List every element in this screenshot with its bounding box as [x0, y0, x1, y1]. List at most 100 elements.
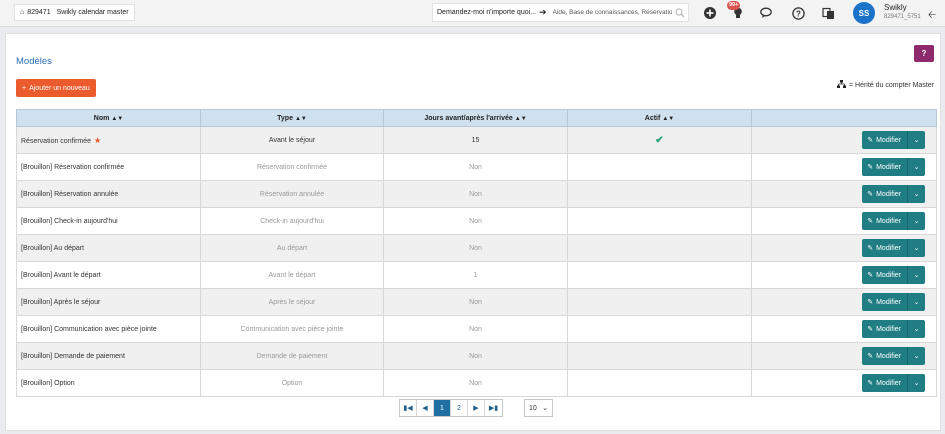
- chevron-down-icon[interactable]: ⌄: [908, 131, 925, 149]
- edit-icon: ✎: [867, 164, 874, 171]
- translate-icon[interactable]: [821, 6, 835, 20]
- template-name-cell: [Brouillon] Réservation annulée: [16, 180, 201, 208]
- template-days: Non: [383, 288, 568, 316]
- column-header-days[interactable]: Jours avant/après l'arrivée ▲▼: [383, 109, 568, 127]
- modify-button[interactable]: ✎ Modifier: [862, 212, 908, 230]
- chevron-down-icon[interactable]: ⌄: [908, 266, 925, 284]
- edit-icon: ✎: [867, 218, 874, 225]
- modify-button[interactable]: ✎ Modifier: [862, 158, 908, 176]
- template-type: Réservation annulée: [200, 180, 384, 208]
- edit-icon: ✎: [867, 137, 874, 144]
- modify-button[interactable]: ✎ Modifier: [862, 266, 908, 284]
- table-row: [Brouillon] Demande de paiement Demande d…: [16, 342, 937, 370]
- template-days: Non: [383, 234, 568, 262]
- modify-button-group: ✎ Modifier ⌄: [862, 293, 925, 311]
- template-name: [Brouillon] Demande de paiement: [21, 352, 125, 360]
- template-name: [Brouillon] Réservation confirmée: [21, 163, 125, 171]
- modify-button[interactable]: ✎ Modifier: [862, 131, 908, 149]
- help-circle-icon[interactable]: ?: [791, 6, 805, 20]
- modify-button-group: ✎ Modifier ⌄: [862, 131, 925, 149]
- column-header-type[interactable]: Type ▲▼: [200, 109, 384, 127]
- table-row: [Brouillon] Au départ Au départ Non ✎ Modifi…: [16, 234, 937, 262]
- prev-page-button[interactable]: ◀: [417, 400, 434, 416]
- templates-table: Nom ▲▼ Type ▲▼ Jours avant/après l'arrivée…: [16, 109, 937, 397]
- column-header-name[interactable]: Nom ▲▼: [16, 109, 201, 127]
- template-days: 15: [383, 126, 568, 154]
- per-page-select[interactable]: 10 ⌄: [524, 399, 553, 417]
- template-active: [567, 207, 752, 235]
- template-name-cell: [Brouillon] Après le séjour: [16, 288, 201, 316]
- table-row: [Brouillon] Avant le départ Avant le dépa…: [16, 261, 937, 289]
- search-icon[interactable]: [672, 5, 688, 21]
- chevron-down-icon[interactable]: ⌄: [908, 320, 925, 338]
- modify-button[interactable]: ✎ Modifier: [862, 374, 908, 392]
- template-actions: ✎ Modifier ⌄: [751, 153, 937, 181]
- edit-icon: ✎: [867, 299, 874, 306]
- table-row: [Brouillon] Communication avec pièce joi…: [16, 315, 937, 343]
- template-type: Avant le séjour: [200, 126, 384, 154]
- template-type: Après le séjour: [200, 288, 384, 316]
- template-name: [Brouillon] Communication avec pièce joi…: [21, 325, 157, 333]
- template-name-cell: Réservation confirmée ★: [16, 126, 201, 154]
- template-name: [Brouillon] Option: [21, 379, 75, 387]
- modify-label: Modifier: [876, 217, 901, 225]
- add-icon[interactable]: [703, 6, 717, 20]
- template-name: [Brouillon] Check-in aujourd'hui: [21, 217, 118, 225]
- account-name: Swikly calendar master: [56, 9, 129, 16]
- modify-label: Modifier: [876, 379, 901, 387]
- edit-icon: ✎: [867, 245, 874, 252]
- ask-label: Demandez-moi n'importe quoi...: [437, 9, 536, 16]
- chevron-down-icon[interactable]: ⌄: [908, 293, 925, 311]
- next-page-button[interactable]: ▶: [468, 400, 485, 416]
- template-name-cell: [Brouillon] Réservation confirmée: [16, 153, 201, 181]
- edit-icon: ✎: [867, 326, 874, 333]
- column-header-active[interactable]: Actif ▲▼: [567, 109, 752, 127]
- template-active: [567, 180, 752, 208]
- chat-icon[interactable]: [760, 6, 774, 20]
- per-page-value: 10: [529, 404, 537, 412]
- sort-icon: ▲▼: [514, 115, 527, 122]
- modify-button[interactable]: ✎ Modifier: [862, 185, 908, 203]
- template-type: Option: [200, 369, 384, 397]
- modify-button[interactable]: ✎ Modifier: [862, 293, 908, 311]
- search-input[interactable]: Aide, Base de connaissances, Réservatio: [553, 9, 672, 16]
- sort-icon: ▲▼: [294, 115, 307, 122]
- last-page-button[interactable]: ▶▮: [485, 400, 502, 416]
- ask-bar[interactable]: Demandez-moi n'importe quoi... ➔ Aide, B…: [432, 3, 689, 22]
- chevron-down-icon[interactable]: ⌄: [908, 158, 925, 176]
- add-new-button[interactable]: + Ajouter un nouveau: [16, 79, 96, 97]
- modify-label: Modifier: [876, 163, 901, 171]
- svg-text:?: ?: [796, 9, 801, 18]
- avatar[interactable]: SS: [853, 2, 875, 24]
- table-row: [Brouillon] Check-in aujourd'hui Check-in…: [16, 207, 937, 235]
- account-switcher[interactable]: ⌂ 829471 Swikly calendar master: [14, 4, 135, 21]
- template-active: [567, 153, 752, 181]
- inherit-note: = Hérité du compter Master: [848, 81, 934, 89]
- help-button[interactable]: ?: [914, 45, 934, 62]
- modify-button[interactable]: ✎ Modifier: [862, 347, 908, 365]
- template-actions: ✎ Modifier ⌄: [751, 180, 937, 208]
- template-actions: ✎ Modifier ⌄: [751, 261, 937, 289]
- modify-label: Modifier: [876, 352, 901, 360]
- template-days: Non: [383, 342, 568, 370]
- star-icon: ★: [94, 135, 102, 145]
- modify-button[interactable]: ✎ Modifier: [862, 320, 908, 338]
- modify-button-group: ✎ Modifier ⌄: [862, 266, 925, 284]
- page-button-2[interactable]: 2: [451, 400, 468, 416]
- chevron-down-icon[interactable]: ⌄: [908, 374, 925, 392]
- modify-button[interactable]: ✎ Modifier: [862, 239, 908, 257]
- arrow-left-icon[interactable]: 🡠: [928, 8, 936, 25]
- page-button-1[interactable]: 1: [434, 400, 451, 416]
- chevron-down-icon: ⌄: [542, 405, 548, 412]
- first-page-button[interactable]: ▮◀: [400, 400, 417, 416]
- chevron-down-icon[interactable]: ⌄: [908, 347, 925, 365]
- modify-label: Modifier: [876, 325, 901, 333]
- chevron-down-icon[interactable]: ⌄: [908, 185, 925, 203]
- chevron-down-icon[interactable]: ⌄: [908, 239, 925, 257]
- template-days: Non: [383, 315, 568, 343]
- template-name: [Brouillon] Réservation annulée: [21, 190, 119, 198]
- modify-button-group: ✎ Modifier ⌄: [862, 320, 925, 338]
- modify-button-group: ✎ Modifier ⌄: [862, 347, 925, 365]
- chevron-down-icon[interactable]: ⌄: [908, 212, 925, 230]
- template-type: Avant le départ: [200, 261, 384, 289]
